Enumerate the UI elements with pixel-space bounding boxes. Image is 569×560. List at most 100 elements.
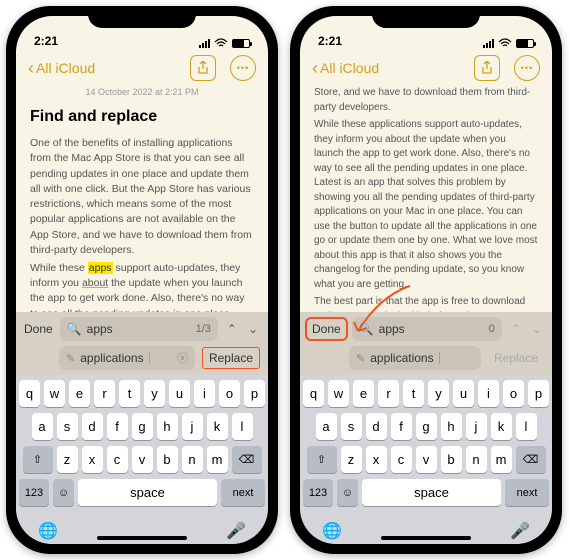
key-g[interactable]: g	[416, 413, 437, 440]
key-b[interactable]: b	[157, 446, 178, 473]
signal-icon	[199, 38, 210, 48]
search-field[interactable]: 🔍 apps 1/3	[60, 317, 218, 341]
key-a[interactable]: a	[316, 413, 337, 440]
key-o[interactable]: o	[503, 380, 524, 407]
prev-match-button[interactable]: ⌃	[509, 322, 523, 336]
done-button[interactable]: Done	[308, 320, 345, 338]
key-q[interactable]: q	[19, 380, 40, 407]
back-button[interactable]: ‹ All iCloud	[312, 58, 379, 79]
key-e[interactable]: e	[353, 380, 374, 407]
next-match-button[interactable]: ⌄	[530, 322, 544, 336]
key-u[interactable]: u	[169, 380, 190, 407]
key-s[interactable]: s	[341, 413, 362, 440]
battery-icon	[232, 39, 250, 48]
key-row-3: ⇧ z x c v b n m ⌫	[19, 446, 265, 473]
back-button[interactable]: ‹ All iCloud	[28, 58, 95, 79]
emoji-key[interactable]: ☺	[337, 479, 358, 506]
key-d[interactable]: d	[366, 413, 387, 440]
key-x[interactable]: x	[82, 446, 103, 473]
home-indicator[interactable]	[381, 536, 471, 540]
key-t[interactable]: t	[403, 380, 424, 407]
key-z[interactable]: z	[57, 446, 78, 473]
key-f[interactable]: f	[391, 413, 412, 440]
share-button[interactable]	[474, 55, 500, 81]
key-w[interactable]: w	[44, 380, 65, 407]
shift-key[interactable]: ⇧	[307, 446, 337, 473]
key-c[interactable]: c	[391, 446, 412, 473]
numbers-key[interactable]: 123	[303, 479, 333, 506]
space-key[interactable]: space	[362, 479, 501, 506]
key-w[interactable]: w	[328, 380, 349, 407]
key-l[interactable]: l	[516, 413, 537, 440]
phone-left: 2:21 ‹ All iCloud ••• 14 October 2022 at…	[6, 6, 278, 554]
next-key[interactable]: next	[221, 479, 265, 506]
more-button[interactable]: •••	[230, 55, 256, 81]
key-r[interactable]: r	[94, 380, 115, 407]
key-c[interactable]: c	[107, 446, 128, 473]
replace-text: applications	[370, 351, 433, 365]
home-indicator[interactable]	[97, 536, 187, 540]
key-p[interactable]: p	[528, 380, 549, 407]
key-o[interactable]: o	[219, 380, 240, 407]
prev-match-button[interactable]: ⌃	[225, 322, 239, 336]
key-i[interactable]: i	[478, 380, 499, 407]
done-button[interactable]: Done	[24, 320, 53, 338]
note-content[interactable]: 14 October 2022 at 2:21 PM Find and repl…	[16, 86, 268, 312]
key-m[interactable]: m	[207, 446, 228, 473]
next-key[interactable]: next	[505, 479, 549, 506]
key-s[interactable]: s	[57, 413, 78, 440]
key-n[interactable]: n	[466, 446, 487, 473]
globe-icon[interactable]: 🌐	[322, 521, 342, 541]
key-u[interactable]: u	[453, 380, 474, 407]
key-j[interactable]: j	[466, 413, 487, 440]
key-k[interactable]: k	[491, 413, 512, 440]
key-n[interactable]: n	[182, 446, 203, 473]
search-field[interactable]: 🔍 apps 0	[352, 317, 502, 341]
shift-key[interactable]: ⇧	[23, 446, 53, 473]
clear-icon[interactable]: ⓧ	[177, 350, 188, 366]
key-r[interactable]: r	[378, 380, 399, 407]
backspace-key[interactable]: ⌫	[516, 446, 546, 473]
next-match-button[interactable]: ⌄	[246, 322, 260, 336]
key-h[interactable]: h	[441, 413, 462, 440]
replace-field[interactable]: ✎ applications	[349, 346, 481, 370]
key-v[interactable]: v	[132, 446, 153, 473]
key-l[interactable]: l	[232, 413, 253, 440]
key-x[interactable]: x	[366, 446, 387, 473]
key-h[interactable]: h	[157, 413, 178, 440]
key-f[interactable]: f	[107, 413, 128, 440]
share-button[interactable]	[190, 55, 216, 81]
key-k[interactable]: k	[207, 413, 228, 440]
find-replace-bar: Done 🔍 apps 0 ⌃ ⌄ ✎ applications Replace	[300, 312, 552, 375]
key-t[interactable]: t	[119, 380, 140, 407]
key-row-4: 123 ☺ space next	[303, 479, 549, 506]
key-q[interactable]: q	[303, 380, 324, 407]
mic-icon[interactable]: 🎤	[226, 521, 246, 541]
key-p[interactable]: p	[244, 380, 265, 407]
key-j[interactable]: j	[182, 413, 203, 440]
key-z[interactable]: z	[341, 446, 362, 473]
key-v[interactable]: v	[416, 446, 437, 473]
replace-button[interactable]: Replace	[202, 347, 260, 369]
globe-icon[interactable]: 🌐	[38, 521, 58, 541]
backspace-key[interactable]: ⌫	[232, 446, 262, 473]
space-key[interactable]: space	[78, 479, 217, 506]
wifi-icon	[498, 38, 512, 48]
mic-icon[interactable]: 🎤	[510, 521, 530, 541]
key-d[interactable]: d	[82, 413, 103, 440]
key-a[interactable]: a	[32, 413, 53, 440]
notch	[372, 6, 480, 28]
note-content[interactable]: Store, and we have to download them from…	[300, 86, 552, 312]
key-b[interactable]: b	[441, 446, 462, 473]
more-button[interactable]: •••	[514, 55, 540, 81]
emoji-key[interactable]: ☺	[53, 479, 74, 506]
note-body: Store, and we have to download them from…	[314, 86, 538, 312]
key-g[interactable]: g	[132, 413, 153, 440]
replace-field[interactable]: ✎ applications ⓧ	[59, 346, 195, 370]
key-y[interactable]: y	[428, 380, 449, 407]
key-e[interactable]: e	[69, 380, 90, 407]
numbers-key[interactable]: 123	[19, 479, 49, 506]
key-i[interactable]: i	[194, 380, 215, 407]
key-m[interactable]: m	[491, 446, 512, 473]
key-y[interactable]: y	[144, 380, 165, 407]
